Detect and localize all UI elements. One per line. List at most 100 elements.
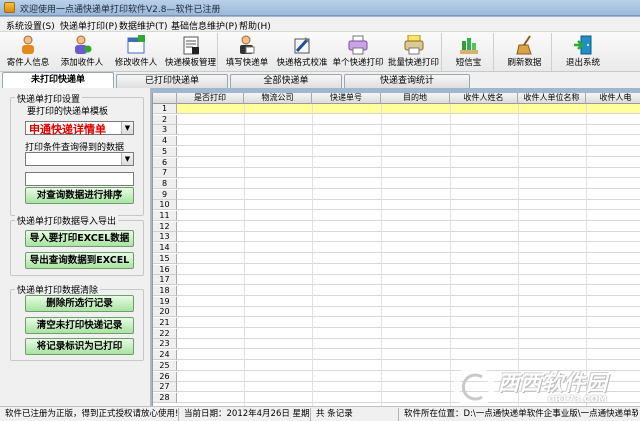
row-number[interactable]: 19 [153,296,177,307]
table-row[interactable] [177,200,640,211]
tab-printed[interactable]: 已打印快递单 [116,74,228,88]
table-row[interactable] [177,211,640,221]
sender-person-icon [22,35,34,54]
row-number[interactable]: 10 [153,200,177,211]
table-row[interactable] [177,350,640,361]
query-text-field[interactable] [25,172,134,186]
tab-bar: 未打印快递单 已打印快递单 全部快递单 快递查询统计 [0,72,640,88]
column-header[interactable]: 是否打印 [177,93,244,104]
row-number[interactable]: 25 [153,360,177,371]
column-header[interactable]: 收件人电 [586,93,640,104]
table-row[interactable] [177,265,640,275]
row-number[interactable]: 5 [153,146,177,157]
column-header[interactable]: 收件人姓名 [450,93,518,104]
title-bar: 欢迎使用一点通快递单打印软件V2.8—软件已注册 [0,0,640,16]
row-number[interactable]: 17 [153,275,177,286]
table-row[interactable] [177,254,640,264]
row-number[interactable]: 16 [153,264,177,275]
row-number[interactable]: 20 [153,307,177,318]
table-row[interactable] [177,179,640,189]
import-excel-button[interactable]: 导入要打印EXCEL数据 [25,230,134,247]
sort-query-button[interactable]: 对查询数据进行排序 [25,187,134,204]
app-icon [4,2,15,13]
menu-help[interactable]: 帮助(H) [239,19,271,32]
sender-info-button[interactable]: 寄件人信息 [2,33,54,71]
template-select[interactable]: 申通快递详情单 ▼ [25,121,134,136]
table-row[interactable] [177,297,640,307]
row-number[interactable]: 24 [153,350,177,361]
row-number[interactable]: 9 [153,189,177,200]
table-row[interactable] [177,136,640,147]
table-row[interactable] [177,115,640,125]
table-row[interactable] [177,339,640,350]
table-row[interactable] [177,232,640,243]
row-number[interactable]: 15 [153,253,177,264]
exit-button[interactable]: 退出系统 [556,33,610,71]
row-number[interactable]: 6 [153,157,177,168]
table-row[interactable] [177,286,640,296]
sms-button[interactable]: 短信宝 [444,33,494,71]
edit-recipient-button[interactable]: 修改收件人 [110,33,162,71]
table-row[interactable] [177,329,640,339]
row-number[interactable]: 26 [153,371,177,382]
table-row[interactable] [177,147,640,157]
clear-unprinted-button[interactable]: 清空未打印快递记录 [25,317,134,334]
table-row[interactable] [177,275,640,286]
column-header[interactable]: 物流公司 [244,93,312,104]
column-divider [450,104,451,406]
row-number[interactable]: 7 [153,168,177,179]
tab-unprinted[interactable]: 未打印快递单 [2,72,114,88]
row-number[interactable]: 11 [153,211,177,221]
column-header[interactable]: 目的地 [381,93,450,104]
add-recipient-button[interactable]: 添加收件人 [56,33,108,71]
column-header[interactable]: 快递单号 [312,93,381,104]
row-number[interactable]: 14 [153,243,177,254]
tab-query-stats[interactable]: 快递查询统计 [344,74,470,88]
row-number[interactable]: 12 [153,221,177,232]
refresh-button[interactable]: 刷新数据 [498,33,552,71]
menu-data[interactable]: 数据维护(T) [119,19,168,32]
menu-basic-info[interactable]: 基础信息维护(P) [171,19,237,32]
watermark-logo [453,366,495,408]
table-row[interactable] [177,190,640,200]
template-manage-button[interactable]: 快递模板管理 [164,33,218,71]
table-row[interactable] [177,318,640,328]
column-divider [586,104,587,406]
row-number[interactable]: 13 [153,232,177,243]
row-number[interactable]: 22 [153,328,177,339]
row-number[interactable]: 4 [153,136,177,147]
batch-print-button[interactable]: 批量快递打印 [386,33,442,71]
delete-selected-button[interactable]: 删除所选行记录 [25,295,134,312]
table-row[interactable] [177,168,640,179]
calibrate-button[interactable]: 快递格式校准 [275,33,329,71]
row-number[interactable]: 2 [153,114,177,125]
menu-print[interactable]: 快递单打印(P) [60,19,117,32]
table-row[interactable] [177,243,640,254]
refresh-broom-icon [515,35,532,55]
chevron-down-icon: ▼ [121,153,133,165]
query-select[interactable]: ▼ [25,152,134,166]
table-row[interactable] [177,222,640,232]
table-row[interactable] [177,125,640,136]
row-number[interactable]: 1 [153,104,177,114]
row-number[interactable]: 23 [153,339,177,350]
row-number[interactable]: 8 [153,178,177,189]
waybill-grid[interactable]: 是否打印 物流公司 快递单号 目的地 收件人姓名 收件人单位名称 收件人电 12… [152,93,640,406]
row-number[interactable]: 27 [153,382,177,393]
menu-system[interactable]: 系统设置(S) [6,19,55,32]
table-row[interactable] [177,307,640,318]
tab-all[interactable]: 全部快递单 [230,74,342,88]
fill-waybill-button[interactable]: 填写快递单 [221,33,273,71]
mark-printed-button[interactable]: 将记录标识为已打印 [25,338,134,355]
table-row[interactable] [177,158,640,168]
status-path: 软件所在位置：D:\一点通快递单软件企事业版\一点通快递单软 [404,409,638,419]
single-print-button[interactable]: 单个快递打印 [331,33,385,71]
watermark: 西西软件园 CR173.COM [452,365,640,409]
column-header[interactable]: 收件人单位名称 [518,93,586,104]
row-number[interactable]: 21 [153,318,177,328]
export-excel-button[interactable]: 导出查询数据到EXCEL [25,252,134,269]
table-row[interactable] [177,104,640,114]
row-number[interactable]: 18 [153,285,177,296]
row-number[interactable]: 28 [153,392,177,403]
row-number[interactable]: 3 [153,125,177,136]
